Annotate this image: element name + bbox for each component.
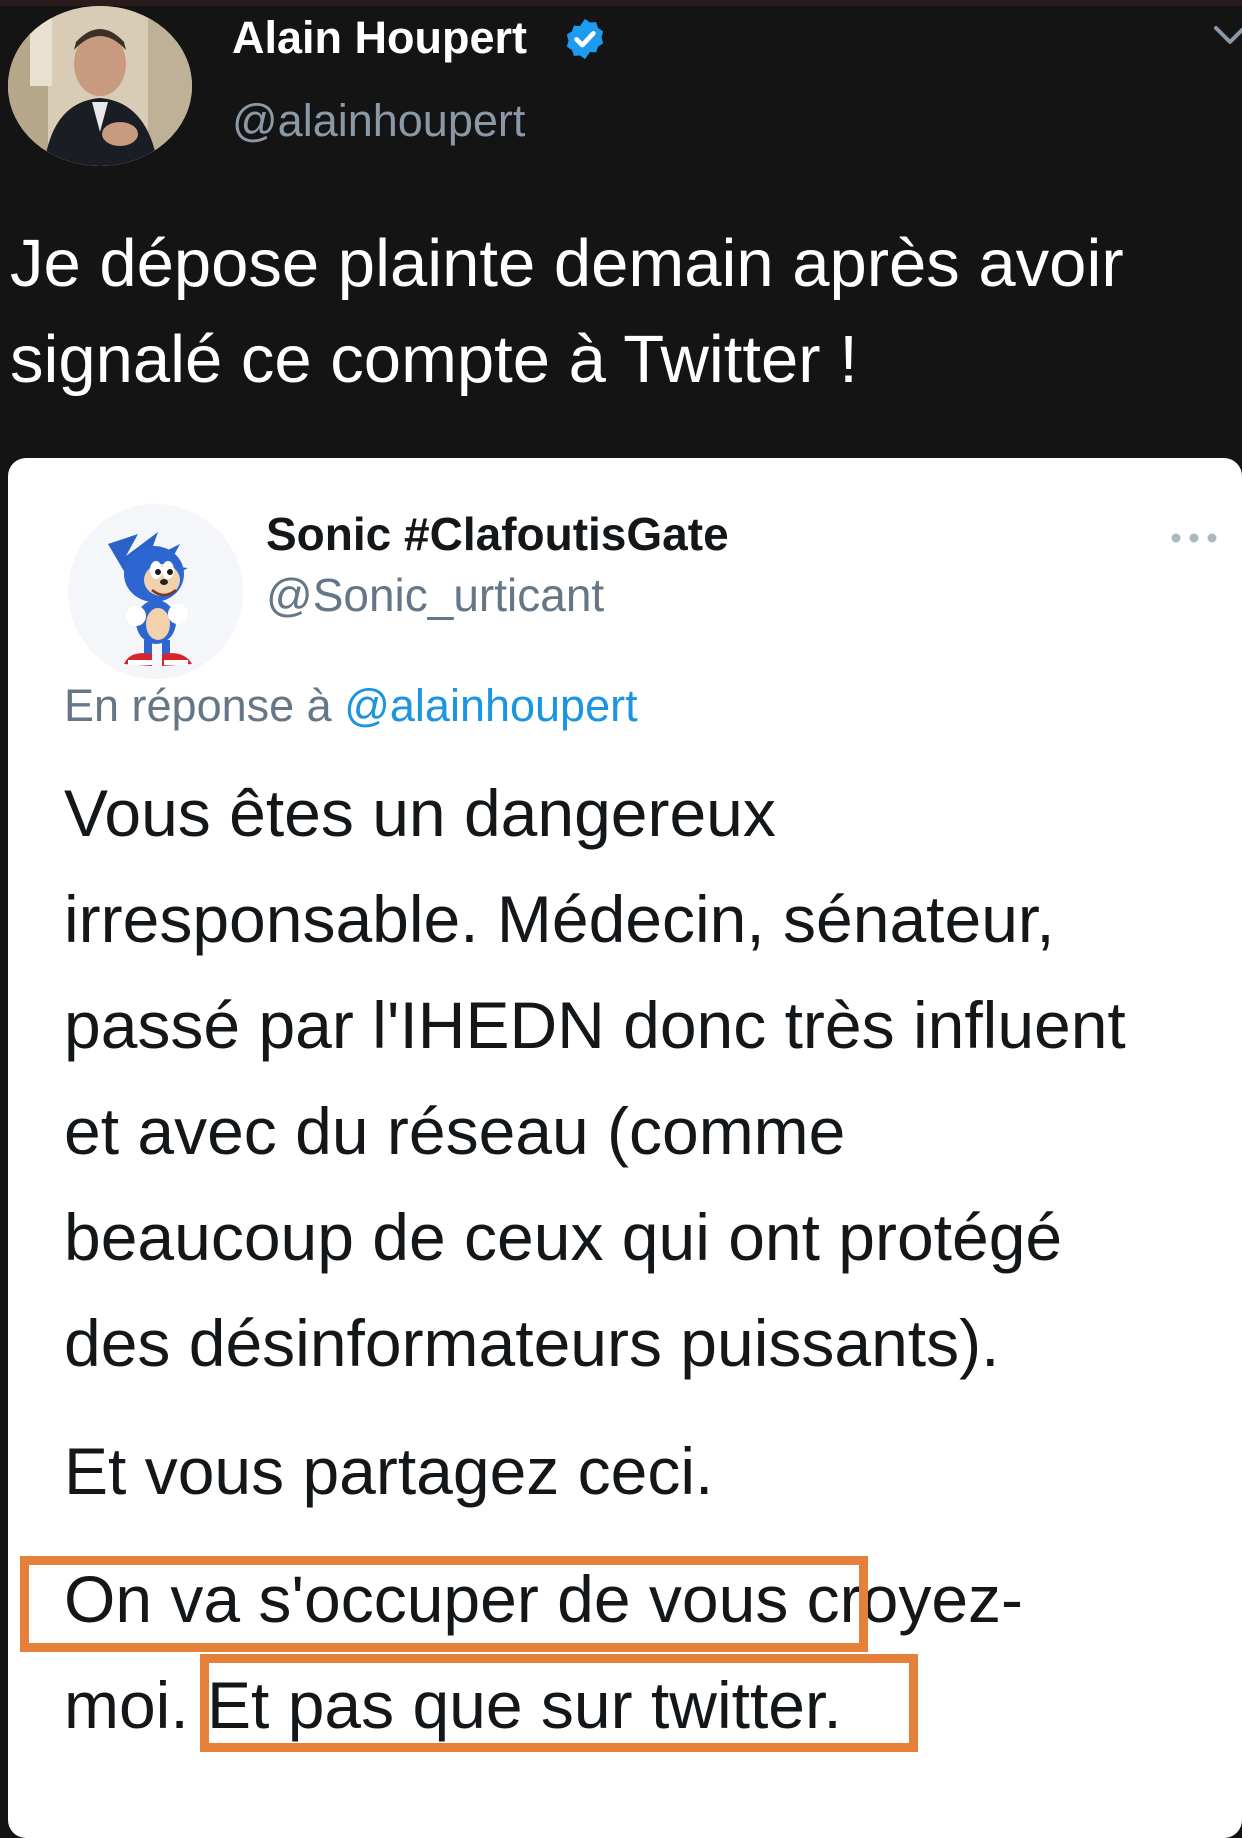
quoted-text-line: des désinformateurs puissants).: [64, 1306, 1000, 1380]
reply-context: En réponse à @alainhoupert: [64, 676, 638, 736]
author-name[interactable]: Alain Houpert: [232, 8, 527, 68]
quoted-text-line: beaucoup de ceux qui ont protégé: [64, 1200, 1063, 1274]
tweet-text-line: signalé ce compte à Twitter !: [10, 322, 858, 397]
quoted-text-line: passé par l'IHEDN donc très influent: [64, 988, 1126, 1062]
quoted-text-line: Vous êtes un dangereux: [64, 776, 776, 850]
quoted-text-line: irresponsable. Médecin, sénateur,: [64, 882, 1055, 956]
sonic-avatar-image: [68, 504, 243, 679]
quoted-text-line: moi. Et pas que sur twitter.: [64, 1668, 842, 1742]
author-handle[interactable]: @alainhoupert: [232, 92, 525, 150]
quoted-author-avatar[interactable]: [68, 504, 243, 679]
author-photo: [8, 6, 192, 166]
top-edge: [0, 0, 1242, 6]
verified-badge-icon: [566, 18, 604, 60]
chevron-down-icon[interactable]: [1212, 22, 1242, 48]
tweet-text-line: Je dépose plainte demain après avoir: [10, 226, 1124, 301]
quoted-text-line: Et vous partagez ceci.: [64, 1434, 714, 1508]
more-options-icon[interactable]: [1168, 530, 1220, 546]
quoted-text-line: et avec du réseau (comme: [64, 1094, 846, 1168]
quoted-author-handle[interactable]: @Sonic_urticant: [266, 566, 604, 624]
reply-prefix: En réponse à: [64, 680, 332, 731]
quoted-text-line: On va s'occuper de vous croyez-: [64, 1562, 1024, 1636]
quoted-tweet-card[interactable]: Sonic #ClafoutisGate @Sonic_urticant En …: [8, 458, 1242, 1838]
quoted-author-name[interactable]: Sonic #ClafoutisGate: [266, 504, 729, 564]
author-avatar[interactable]: [8, 6, 192, 166]
reply-mention-link[interactable]: @alainhoupert: [344, 680, 637, 731]
